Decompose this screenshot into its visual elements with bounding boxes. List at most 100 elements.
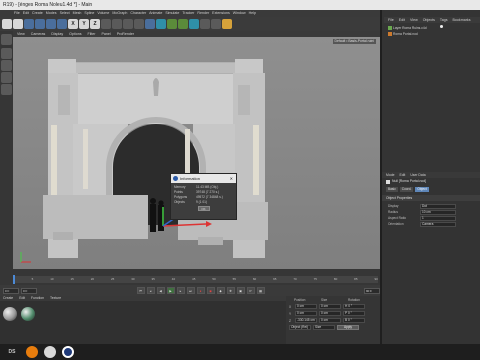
light-icon[interactable] xyxy=(222,19,232,29)
om-menu-view[interactable]: View xyxy=(410,17,418,23)
scale-icon[interactable] xyxy=(46,19,56,29)
menu-item-edit[interactable]: Edit xyxy=(23,10,29,17)
polygons-mode-icon[interactable] xyxy=(1,84,12,95)
menu-item-tracker[interactable]: Tracker xyxy=(182,10,194,17)
render-icon[interactable] xyxy=(123,19,133,29)
coord-pos-field[interactable]: 0 cm xyxy=(295,311,317,316)
menu-item-help[interactable]: Help xyxy=(249,10,256,17)
menu-item-file[interactable]: File xyxy=(14,10,20,17)
om-menu-tags[interactable]: Tags xyxy=(440,17,448,23)
keyframe-icon[interactable]: ◆ xyxy=(216,287,225,294)
coord-size-field[interactable]: 0 cm xyxy=(319,318,341,323)
playhead[interactable] xyxy=(13,275,15,284)
move-icon[interactable] xyxy=(35,19,45,29)
material-swatch[interactable] xyxy=(21,307,35,321)
menu-item-create[interactable]: Create xyxy=(32,10,43,17)
edges-mode-icon[interactable] xyxy=(1,72,12,83)
menu-item-spline[interactable]: Spline xyxy=(84,10,94,17)
cinema4d-icon[interactable] xyxy=(62,346,74,358)
om-menu-edit[interactable]: Edit xyxy=(399,17,405,23)
property-value[interactable]: Camera xyxy=(420,221,456,227)
floor-icon[interactable] xyxy=(200,19,210,29)
menu-item-character[interactable]: Character xyxy=(130,10,146,17)
motion-icon[interactable]: ✥ xyxy=(226,287,235,294)
material-swatch[interactable] xyxy=(3,307,17,321)
render-view-icon[interactable] xyxy=(112,19,122,29)
om-menu-bookmarks[interactable]: Bookmarks xyxy=(453,17,471,23)
tab-coord[interactable]: Coord. xyxy=(399,187,414,192)
material-menu-texture[interactable]: Texture xyxy=(50,296,61,301)
menu-item-mograph[interactable]: MoGraph xyxy=(112,10,127,17)
camera-icon[interactable] xyxy=(211,19,221,29)
pen-icon[interactable] xyxy=(156,19,166,29)
property-value[interactable]: 1 xyxy=(420,215,456,221)
render-settings-icon[interactable] xyxy=(134,19,144,29)
coord-pos-field[interactable]: -330.145 cm xyxy=(295,318,317,323)
material-menu-function[interactable]: Function xyxy=(31,296,44,301)
record-icon[interactable]: ● xyxy=(196,287,205,294)
play-back-icon[interactable]: ◀ xyxy=(156,287,165,294)
menu-item-modes[interactable]: Modes xyxy=(46,10,57,17)
next-key-icon[interactable]: ▸ xyxy=(176,287,185,294)
goto-end-icon[interactable]: ⏭ xyxy=(186,287,195,294)
undo-icon[interactable] xyxy=(2,19,12,29)
material-menu-create[interactable]: Create xyxy=(3,296,13,301)
current-frame-field[interactable]: 0 F xyxy=(3,287,19,294)
coord-rot-field[interactable]: H 0 ° xyxy=(343,304,365,309)
menu-item-mesh[interactable]: Mesh xyxy=(73,10,82,17)
om-menu-file[interactable]: File xyxy=(388,17,394,23)
property-value[interactable]: Dot xyxy=(420,203,456,209)
cube-icon[interactable] xyxy=(145,19,155,29)
material-menu-edit[interactable]: Edit xyxy=(19,296,25,301)
taskbar-app-ds[interactable]: DS xyxy=(4,346,20,358)
coord-size-select[interactable]: Size xyxy=(313,325,335,330)
viewport[interactable]: Default • Basis-Portal.ruini xyxy=(13,37,380,269)
om-menu-objects[interactable]: Objects xyxy=(423,17,435,23)
goto-start-icon[interactable]: ⏮ xyxy=(136,287,145,294)
subdivide-icon[interactable] xyxy=(167,19,177,29)
deformer-icon[interactable] xyxy=(189,19,199,29)
close-icon[interactable]: ✕ xyxy=(230,176,233,181)
ok-button[interactable]: OK xyxy=(197,206,210,211)
scale-key-icon[interactable]: ▣ xyxy=(236,287,245,294)
tab-basic[interactable]: Basic xyxy=(386,187,398,192)
blender-icon[interactable] xyxy=(26,346,38,358)
prev-key-icon[interactable]: ◂ xyxy=(146,287,155,294)
y-axis-toggle[interactable]: Y xyxy=(79,19,89,29)
make-editable-icon[interactable] xyxy=(1,34,12,45)
coord-rot-field[interactable]: B 0 ° xyxy=(343,318,365,323)
play-icon[interactable]: ▶ xyxy=(166,287,175,294)
coord-icon[interactable] xyxy=(101,19,111,29)
param-key-icon[interactable]: P xyxy=(246,287,255,294)
coord-size-field[interactable]: 0 cm xyxy=(319,311,341,316)
model-mode-icon[interactable] xyxy=(1,48,12,59)
visibility-dot-icon[interactable] xyxy=(440,25,443,28)
menu-item-extensions[interactable]: Extensions xyxy=(212,10,230,17)
select-icon[interactable] xyxy=(24,19,34,29)
apply-button[interactable]: Apply xyxy=(337,325,359,330)
coord-size-field[interactable]: 0 cm xyxy=(319,304,341,309)
coord-pos-field[interactable]: 0 cm xyxy=(295,304,317,309)
property-value[interactable]: 10 cm xyxy=(420,209,456,215)
menu-item-select[interactable]: Select xyxy=(60,10,70,17)
start-frame-field[interactable]: 0 F xyxy=(21,287,37,294)
z-axis-toggle[interactable]: Z xyxy=(90,19,100,29)
tab-object[interactable]: Object xyxy=(415,187,429,192)
menu-item-volume[interactable]: Volume xyxy=(97,10,109,17)
points-mode-icon[interactable] xyxy=(1,60,12,71)
rotate-icon[interactable] xyxy=(57,19,67,29)
menu-item-simulate[interactable]: Simulate xyxy=(165,10,179,17)
coord-rot-field[interactable]: P 0 ° xyxy=(343,311,365,316)
end-frame-field[interactable]: 90 F xyxy=(364,287,380,294)
menu-item-animate[interactable]: Animate xyxy=(149,10,162,17)
array-icon[interactable] xyxy=(178,19,188,29)
coord-mode-select[interactable]: Object (Rel) xyxy=(289,325,311,330)
unity-icon[interactable] xyxy=(44,346,56,358)
redo-icon[interactable] xyxy=(13,19,23,29)
menu-item-render[interactable]: Render xyxy=(197,10,209,17)
object-row[interactable]: Roma Portal.nod xyxy=(384,31,480,37)
menu-item-window[interactable]: Window xyxy=(233,10,246,17)
pla-key-icon[interactable]: ▦ xyxy=(256,287,265,294)
x-axis-toggle[interactable]: X xyxy=(68,19,78,29)
autokey-icon[interactable]: ◉ xyxy=(206,287,215,294)
